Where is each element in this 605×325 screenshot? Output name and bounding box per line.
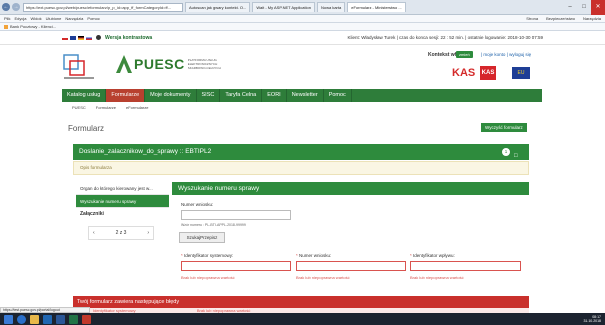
nav-moje-dokumenty[interactable]: Moje dokumenty [145,89,197,102]
breadcrumb: PUESC Formularze eFormularze [62,105,542,112]
change-context-button[interactable]: zmień [456,51,473,58]
browser-tab-active[interactable]: eFormularz - Ministerstwo ... [347,2,406,12]
menu-bezpieczenstwo[interactable]: Bezpieczeństwo [546,16,575,21]
forward-icon[interactable]: → [12,3,20,11]
wniosek-input[interactable] [181,210,291,220]
puesc-mark-icon [116,55,132,73]
nav-katalog[interactable]: Katalog usług [62,89,107,102]
explorer-icon[interactable] [30,314,39,324]
section-pager: ‹ 2 z 3 › [88,226,154,240]
session-info: Klient: Władysław Turek | czas do konca … [347,35,543,40]
favorite-link[interactable]: Bank Pocztowy - Klienci... [10,24,56,29]
field3-error: Brak lub niepoprawna wartość [410,275,464,280]
kas-logo: KAS [452,67,476,79]
field1-label: * Identyfikator systemowy: [181,253,234,258]
form-errors-bar: Twój formularz zawiera następujące błędy [73,296,529,308]
pager-indicator: 2 z 3 [115,230,127,236]
start-icon[interactable] [4,314,13,324]
breadcrumb-item[interactable]: eFormularze [126,105,148,112]
nav-eori[interactable]: EORI [262,89,287,102]
favorites-bar: Bank Pocztowy - Klienci... [0,23,605,31]
clear-form-button[interactable]: Wyczyść formularz [481,123,527,132]
system-clock[interactable]: 08:17 31.10.2018 [583,315,601,323]
flag-pl-icon[interactable] [62,35,68,40]
next-page-icon[interactable]: › [147,230,149,236]
menu-narzedzia[interactable]: Narzędzia [65,16,83,21]
puesc-subtitle: PLATFORMA USŁUG ELEKTRONICZNYCH SKARBOWO… [187,58,221,70]
windows-taskbar: 08:17 31.10.2018 [0,313,605,325]
ie-icon[interactable] [17,314,26,324]
menu-pomoc[interactable]: Pomoc [87,16,99,21]
menu-strona[interactable]: Strona [526,16,538,21]
language-flags [62,35,94,40]
nav-formularze[interactable]: Formularze [106,89,146,102]
favorite-icon [4,24,8,29]
field2-label: * Numer wniosku: [296,253,332,258]
page-header: PUESC PLATFORMA USŁUG ELEKTRONICZNYCH SK… [0,45,605,89]
flag-en-icon[interactable] [70,35,76,40]
flag-de-icon[interactable] [78,35,84,40]
close-icon[interactable]: ✕ [591,0,605,15]
kas-emblem: KAS [480,66,496,80]
window-controls: – □ ✕ [563,0,605,15]
field2-error: Brak lub niepoprawna wartość [296,275,350,280]
clock-date: 31.10.2018 [583,319,601,323]
browser-toolbar: ← → https://ext.puesc.gov.pl/web/puesc/e… [0,0,605,15]
field1-error: Brak lub niepoprawna wartość [181,275,235,280]
browser-tab[interactable]: Autoscan jak gwary kontekt. O... [185,2,251,12]
prev-page-icon[interactable]: ‹ [93,230,95,236]
form-description: Opis formularza [73,161,529,175]
browser-menu: Plik Edycja Widok Ulubione Narzędzia Pom… [0,15,605,23]
panel-title: Wyszukanie numeru sprawy [172,182,529,195]
puesc-logo[interactable]: PUESC PLATFORMA USŁUG ELEKTRONICZNYCH SK… [116,55,232,73]
menu-narzedzia-right[interactable]: Narzędzia [583,16,601,21]
inflow-id-input[interactable] [410,261,521,271]
browser-tab[interactable]: Wait - My ASP.NET Application [252,2,315,12]
case-number-input[interactable] [296,261,406,271]
menu-ulubione[interactable]: Ulubione [46,16,62,21]
contrast-version-link[interactable]: Wersja kontrastowa [105,35,152,41]
menu-plik[interactable]: Plik [4,16,10,21]
eu-flag-logo: EU [512,67,530,79]
utility-bar: Wersja kontrastowa Klient: Władysław Tur… [0,31,605,45]
breadcrumb-item[interactable]: Formularze [96,105,116,112]
page-title: Formularz [68,124,105,133]
excel-icon[interactable] [69,314,78,324]
contrast-icon[interactable] [96,35,101,40]
document-title-bar: Doslanie_zalacznikow_do_sprawy :: EBTIPL… [73,144,529,160]
document-count-badge: 1 [502,148,510,156]
search-case-panel: Wyszukanie numeru sprawy Numer wniosku: … [172,182,529,280]
minimize-icon[interactable]: – [563,0,577,15]
wniosek-hint: Wzór numeru : PL-BTI-APPL-2018-99999 [181,223,246,227]
wniosek-label: Numer wniosku: [181,202,214,207]
mf-logo[interactable] [62,53,104,81]
maximize-icon[interactable]: □ [577,0,591,15]
menu-widok[interactable]: Widok [30,16,41,21]
search-button[interactable]: SzukajPrzepisz [179,232,225,243]
menu-edycja[interactable]: Edycja [14,16,26,21]
outlook-icon[interactable] [43,314,52,324]
section-organ[interactable]: Organ do którego kierowany jest w... [76,182,169,195]
main-nav: Katalog usług Formularze Moje dokumenty … [62,89,542,102]
nav-sisc[interactable]: SISC [197,89,221,102]
section-wyszukanie[interactable]: Wyszukanie numeru sprawy [76,195,169,208]
section-zalaczniki[interactable]: Załączniki [76,208,169,221]
document-title: Doslanie_zalacznikow_do_sprawy :: EBTIPL… [79,148,212,155]
breadcrumb-item[interactable]: PUESC [72,105,86,112]
account-links[interactable]: | moje konto | wyloguj się [481,52,531,57]
address-bar[interactable]: https://ext.puesc.gov.pl/web/puesc/eform… [23,2,183,12]
nav-taryfa[interactable]: Taryfa Celna [220,89,263,102]
app-icon[interactable] [82,314,91,324]
system-id-input[interactable] [181,261,291,271]
flag-ru-icon[interactable] [86,35,92,40]
nav-pomoc[interactable]: Pomoc [324,89,352,102]
word-icon[interactable] [56,314,65,324]
puesc-wordmark: PUESC [134,56,185,72]
form-sections-sidebar: Organ do którego kierowany jest w... Wys… [76,182,169,240]
field3-label: * Identyfikator wpływu: [410,253,455,258]
nav-newsletter[interactable]: Newsletter [287,89,324,102]
back-icon[interactable]: ← [2,3,10,11]
browser-tab[interactable]: Nowa karta [316,2,346,12]
